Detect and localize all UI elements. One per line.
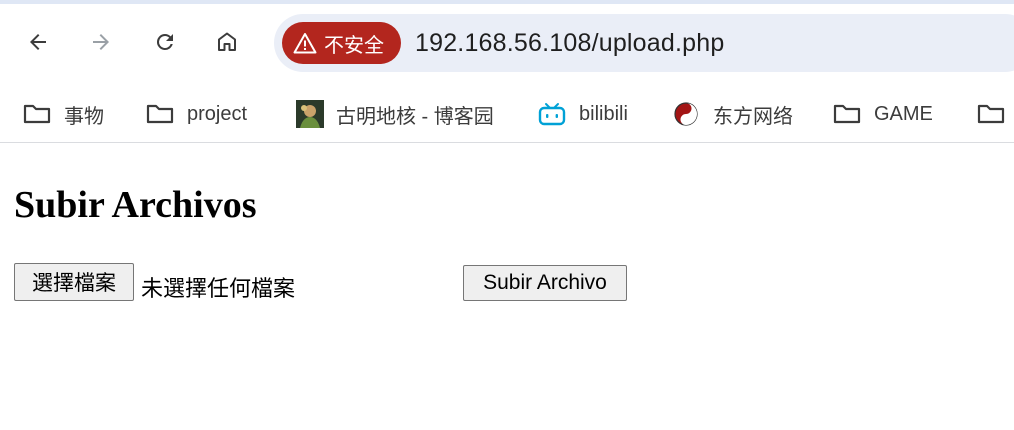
security-chip[interactable]: 不安全 — [282, 22, 401, 64]
upload-submit-button[interactable]: Subir Archivo — [463, 265, 627, 301]
reload-icon — [156, 33, 173, 50]
bookmark-folder-game[interactable]: GAME — [832, 96, 933, 132]
arrow-right-icon — [93, 34, 109, 50]
address-bar[interactable]: 不安全 192.168.56.108/upload.php — [274, 14, 1014, 72]
bookmark-label: 事物 — [64, 105, 104, 128]
avatar-image — [294, 100, 324, 128]
folder-icon — [976, 102, 1006, 126]
folder-icon — [22, 102, 52, 126]
folder-icon — [145, 102, 175, 126]
forward-button[interactable] — [83, 24, 119, 60]
warning-icon — [293, 33, 317, 54]
page-title: Subir Archivos — [14, 184, 257, 226]
yinyang-icon — [671, 102, 701, 126]
bilibili-icon — [537, 102, 567, 126]
bookmark-label: 古明地核 - 博客园 — [336, 105, 494, 128]
folder-icon — [832, 102, 862, 126]
choose-file-button[interactable]: 選擇檔案 — [14, 263, 134, 301]
arrow-left-icon — [30, 34, 46, 50]
home-button[interactable] — [209, 24, 245, 60]
tab-strip-edge — [0, 0, 1014, 4]
bookmark-folder-overflow[interactable] — [976, 96, 1014, 132]
file-status-text: 未選擇任何檔案 — [141, 276, 296, 301]
bookmark-blog[interactable]: 古明地核 - 博客园 — [294, 96, 494, 132]
browser-toolbar: 不安全 192.168.56.108/upload.php — [0, 0, 1014, 86]
bookmark-folder-project[interactable]: project — [145, 96, 247, 132]
bookmark-label: bilibili — [579, 102, 628, 125]
bookmark-folder-things[interactable]: 事物 — [22, 96, 104, 132]
reload-button[interactable] — [147, 24, 183, 60]
bookmark-touhou-net[interactable]: 东方网络 — [671, 96, 793, 132]
bookmark-label: project — [187, 102, 248, 125]
home-icon — [218, 32, 236, 51]
back-button[interactable] — [20, 24, 56, 60]
bookmark-label: GAME — [874, 102, 933, 125]
bookmark-label: 东方网络 — [713, 105, 793, 128]
bookmarks-bar: 事物 project 古明地核 - 博客园 bilibili 东方网络 GAME — [0, 86, 1014, 143]
url-text[interactable]: 192.168.56.108/upload.php — [415, 29, 724, 58]
bookmark-bilibili[interactable]: bilibili — [537, 96, 628, 132]
security-label: 不安全 — [324, 34, 384, 57]
